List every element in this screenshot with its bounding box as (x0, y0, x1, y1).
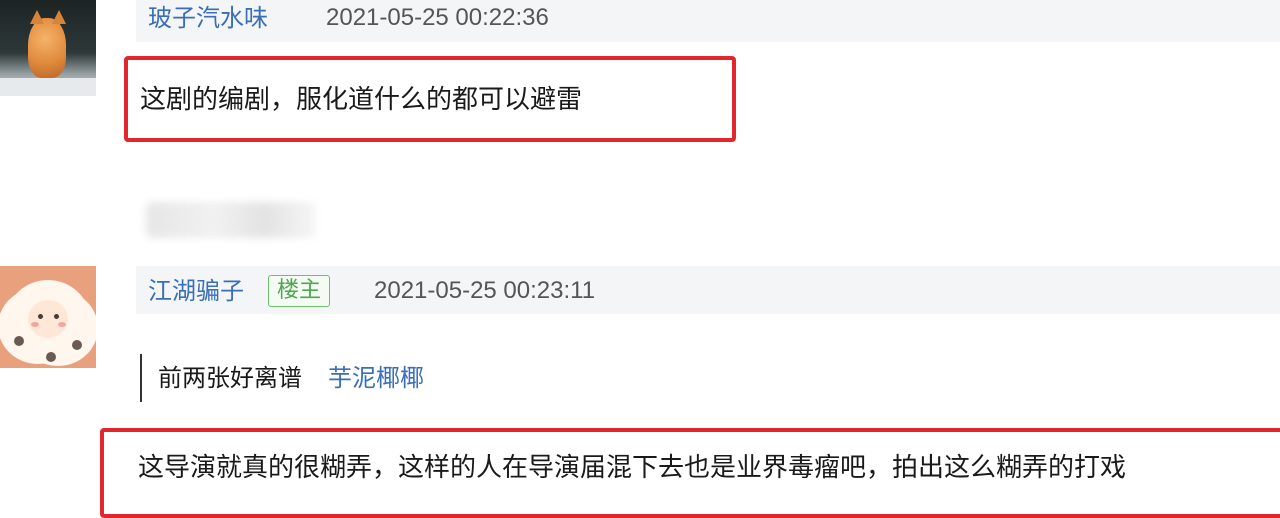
avatar[interactable] (0, 0, 96, 96)
blurred-username (146, 202, 316, 238)
comment-header (136, 0, 1280, 42)
reply-quote: 前两张好离谱 芋泥椰椰 (140, 354, 424, 402)
quote-text: 前两张好离谱 (158, 364, 302, 392)
cat-avatar-image (28, 18, 66, 78)
quote-author-link[interactable]: 芋泥椰椰 (328, 364, 424, 392)
comment-timestamp: 2021-05-25 00:22:36 (326, 4, 549, 31)
comment-body: 这导演就真的很糊弄，这样的人在导演届混下去也是业界毒瘤吧，拍出这么糊弄的打戏 (138, 453, 1127, 483)
comment-body: 这剧的编剧，服化道什么的都可以避雷 (140, 85, 583, 115)
username-link[interactable]: 江湖骗子 (148, 276, 244, 306)
op-badge: 楼主 (268, 275, 331, 307)
comment-timestamp: 2021-05-25 00:23:11 (374, 277, 596, 304)
avatar[interactable] (0, 266, 96, 368)
username-link[interactable]: 玻子汽水味 (148, 3, 268, 33)
